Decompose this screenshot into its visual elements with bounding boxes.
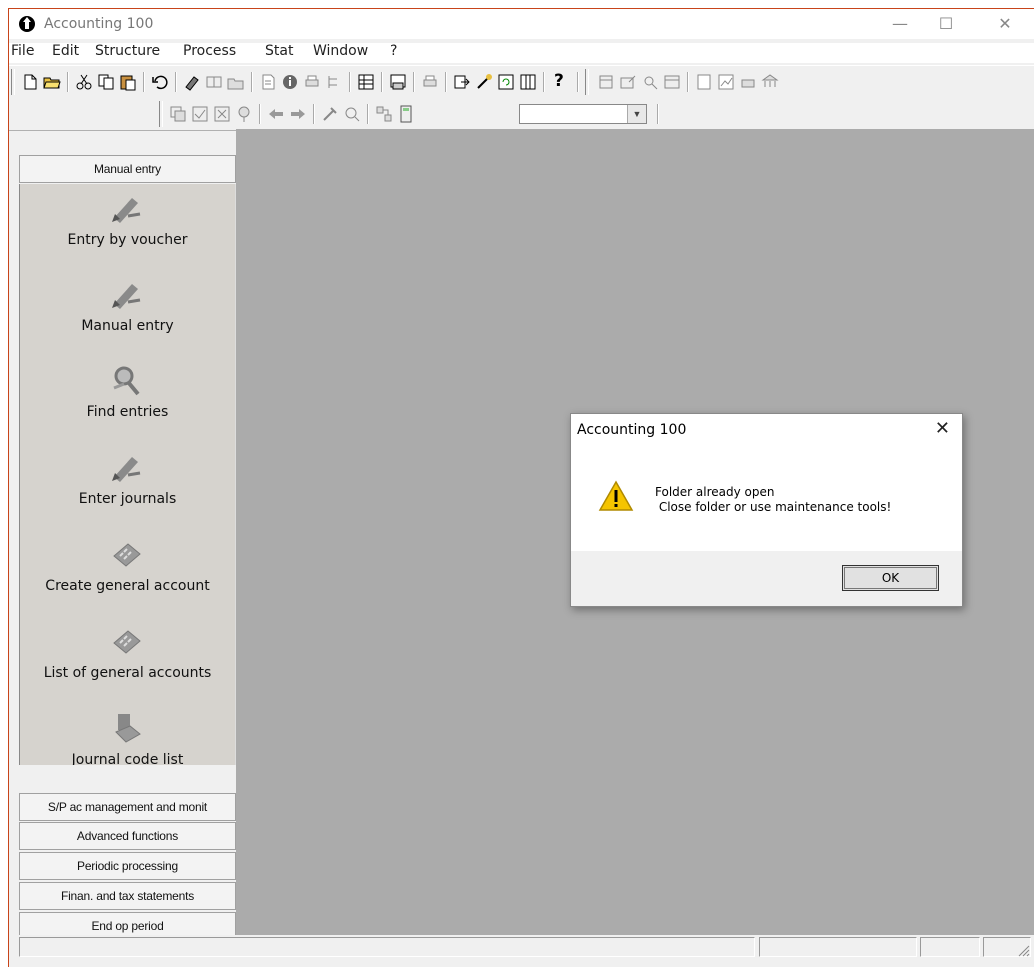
- minimize-button[interactable]: —: [877, 9, 923, 39]
- print-gray-icon[interactable]: [739, 73, 757, 91]
- journal-icon: [115, 714, 141, 743]
- calculator-gray-icon[interactable]: [597, 73, 615, 91]
- refresh-icon[interactable]: [497, 73, 515, 91]
- printer-icon[interactable]: [421, 73, 439, 91]
- maximize-button[interactable]: ☐: [923, 9, 969, 39]
- sidebar-item-label: Enter journals: [78, 491, 177, 507]
- validate-gray-icon[interactable]: [191, 105, 209, 123]
- ledger-gray-icon[interactable]: [663, 73, 681, 91]
- status-pane: [19, 937, 755, 957]
- menu-structure[interactable]: Structure: [95, 43, 160, 59]
- copy-icon[interactable]: [97, 73, 115, 91]
- dialog-close-button[interactable]: ✕: [935, 418, 950, 439]
- pen-hand-icon: [112, 198, 141, 223]
- dialog-message-line1: Folder already open: [655, 485, 775, 499]
- period-select[interactable]: ▼: [519, 104, 647, 124]
- report-gray-icon[interactable]: [695, 73, 713, 91]
- delete-entry-gray-icon[interactable]: [213, 105, 231, 123]
- tree-gray-icon[interactable]: [325, 73, 343, 91]
- toolbar-grip[interactable]: [585, 69, 589, 95]
- cut-icon[interactable]: [75, 73, 93, 91]
- menu-window[interactable]: Window: [313, 43, 368, 59]
- main-toolbar: ?: [9, 65, 1034, 99]
- print-preview-icon[interactable]: [389, 73, 407, 91]
- info-icon[interactable]: [281, 73, 299, 91]
- section-sp-ac-management[interactable]: S/P ac management and monit: [19, 793, 236, 821]
- network-gray-icon[interactable]: [375, 105, 393, 123]
- sidebar-item-label: Manual entry: [81, 318, 174, 334]
- app-logo-icon: [19, 16, 35, 32]
- book-icon[interactable]: [205, 73, 223, 91]
- menu-stat[interactable]: Stat: [265, 43, 293, 59]
- dialog-title: Accounting 100: [577, 422, 687, 438]
- status-pane: [920, 937, 980, 957]
- arrow-right-gray-icon[interactable]: [289, 105, 307, 123]
- navigation-sidebar: Manual entry Entry by voucher Manual ent…: [19, 155, 236, 940]
- calculator-icon: [113, 543, 141, 567]
- arrow-left-gray-icon[interactable]: [267, 105, 285, 123]
- calculator-icon: [113, 630, 141, 654]
- secondary-toolbar: ▼: [9, 98, 1034, 131]
- columns-icon[interactable]: [519, 73, 537, 91]
- new-document-icon[interactable]: [21, 73, 39, 91]
- section-periodic-processing[interactable]: Periodic processing: [19, 852, 236, 880]
- dialog-footer: OK: [571, 551, 962, 606]
- document-gray-icon[interactable]: [259, 73, 277, 91]
- chevron-down-icon[interactable]: ▼: [627, 105, 646, 123]
- search-gray-icon[interactable]: [641, 73, 659, 91]
- chart-gray-icon[interactable]: [717, 73, 735, 91]
- menu-process[interactable]: Process: [183, 43, 236, 59]
- edit-gray-icon[interactable]: [619, 73, 637, 91]
- toolbar-grip[interactable]: [159, 101, 163, 127]
- bank-gray-icon[interactable]: [761, 73, 779, 91]
- window-title: Accounting 100: [44, 16, 154, 32]
- undo-icon[interactable]: [151, 73, 169, 91]
- table-icon[interactable]: [357, 73, 375, 91]
- close-button[interactable]: ✕: [982, 9, 1028, 39]
- ok-button[interactable]: OK: [842, 565, 939, 591]
- printer-gray-icon[interactable]: [303, 73, 321, 91]
- copy-entry-gray-icon[interactable]: [169, 105, 187, 123]
- search-entries-gray-icon[interactable]: [343, 105, 361, 123]
- tools-gray-icon[interactable]: [321, 105, 339, 123]
- folder-open-gray-icon[interactable]: [227, 73, 245, 91]
- dialog-message-line2: Close folder or use maintenance tools!: [655, 500, 892, 514]
- magnifier-icon: [113, 366, 140, 396]
- menu-help[interactable]: ?: [390, 43, 397, 59]
- pen-hand-icon: [112, 457, 141, 482]
- dialog-body: Folder already open Close folder or use …: [571, 452, 962, 551]
- section-manual-entry[interactable]: Manual entry: [19, 155, 236, 183]
- sidebar-item-label: Find entries: [86, 404, 169, 420]
- sidebar-item-label: List of general accounts: [43, 665, 212, 681]
- open-folder-icon[interactable]: [43, 73, 61, 91]
- sidebar-item-label: Create general account: [45, 578, 210, 594]
- resize-grip-icon[interactable]: [1016, 943, 1030, 957]
- title-bar: Accounting 100 — ☐ ✕: [9, 9, 1034, 39]
- menu-file[interactable]: File: [11, 43, 34, 59]
- pen-hand-icon: [112, 284, 141, 309]
- menu-edit[interactable]: Edit: [52, 43, 79, 59]
- eraser-icon[interactable]: [183, 73, 201, 91]
- pin-gray-icon[interactable]: [235, 105, 253, 123]
- section-finan-tax-statements[interactable]: Finan. and tax statements: [19, 882, 236, 910]
- status-bar: [19, 935, 1034, 959]
- paste-icon[interactable]: [119, 73, 137, 91]
- menu-bar: File Edit Structure Process Stat Window …: [9, 43, 1034, 63]
- section-panel: Entry by voucher Manual entry Find entri…: [19, 184, 236, 765]
- sidebar-item-label: Entry by voucher: [67, 232, 188, 248]
- calculator-icon[interactable]: [397, 105, 415, 123]
- wizard-icon[interactable]: [475, 73, 493, 91]
- toolbar-grip[interactable]: [11, 69, 15, 95]
- sidebar-item-label: Journal code list: [71, 752, 184, 765]
- status-pane: [759, 937, 917, 957]
- warning-icon: [598, 480, 634, 511]
- export-icon[interactable]: [453, 73, 471, 91]
- help-button[interactable]: ?: [554, 71, 564, 91]
- section-advanced-functions[interactable]: Advanced functions: [19, 822, 236, 850]
- alert-dialog: Accounting 100 ✕ Folder already open Clo…: [570, 413, 963, 607]
